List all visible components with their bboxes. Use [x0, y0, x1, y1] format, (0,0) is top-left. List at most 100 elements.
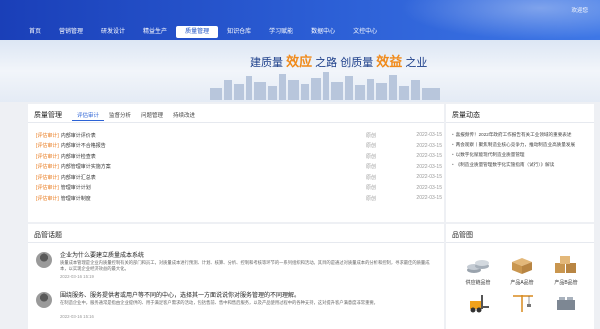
row-tag: [评估审计]	[36, 195, 59, 202]
product-label: 产品B品管	[554, 280, 578, 286]
nav-item-lean[interactable]: 精益生产	[134, 26, 176, 38]
news-title[interactable]: 两会观察丨聚焦制造业核心竞争力，推动制造业高质量发展	[456, 142, 575, 147]
nav-item-home[interactable]: 首页	[20, 26, 50, 38]
slogan-part-4: 之业	[405, 57, 428, 69]
nav-item-learning[interactable]: 学习赋能	[260, 26, 302, 38]
table-row[interactable]: [评估审计] 管理审计制度 原创 2022-03-15	[36, 193, 442, 204]
product-item-forklift[interactable]	[456, 292, 500, 317]
row-source: 原创	[366, 153, 377, 160]
list-item[interactable]: • 以数字化赋能现代制造业质量管理	[452, 150, 592, 160]
nav-item-knowledge[interactable]: 知识仓库	[218, 26, 260, 38]
forklift-image	[470, 295, 489, 313]
row-title[interactable]: 内部管理审计实施方案	[61, 163, 366, 170]
slogan-part-1: 建质量	[250, 57, 283, 69]
divider	[446, 122, 594, 123]
table-row[interactable]: [评估审计] 管理审计计划 原创 2022-03-15	[36, 183, 442, 194]
product-item-supply-chain[interactable]: 供应链品管	[456, 254, 500, 286]
row-title[interactable]: 内部审计检查表	[61, 153, 366, 160]
row-tag: [评估审计]	[36, 164, 59, 171]
bullet-icon: •	[452, 132, 454, 137]
row-tag: [评估审计]	[36, 185, 59, 192]
table-row[interactable]: [评估审计] 内部审计不合格报告 原创 2022-03-15	[36, 141, 442, 152]
product-item-crane[interactable]	[500, 292, 544, 317]
table-row[interactable]: [评估审计] 内部审计评价表 原创 2022-03-15	[36, 130, 442, 141]
nav-item-rnd[interactable]: 研发设计	[92, 26, 134, 38]
panel-title: 质量管理	[34, 112, 62, 119]
bullet-icon: •	[452, 162, 454, 167]
quality-management-panel: 质量管理 评估审计 监督分析 问题管理 持续改进 [评估审计] 内部审计评价表 原创…	[28, 104, 444, 222]
row-source: 原创	[366, 132, 377, 139]
row-date: 2022-03-15	[416, 153, 442, 160]
slogan-part-2: 之路	[315, 57, 338, 69]
list-item[interactable]: • 喜报频传！2022年政府工作报告有关工业领域的重要表述	[452, 130, 592, 140]
slogan-highlight-1: 效应	[286, 54, 313, 69]
tools-image	[557, 297, 575, 310]
row-source: 原创	[366, 195, 377, 202]
row-date: 2022-03-15	[416, 174, 442, 181]
topic-date: 2022-03-16 15:19	[60, 274, 94, 279]
divider	[446, 242, 594, 243]
banner-slogan: 建质量 效应 之路 创质量 效益 之业	[250, 51, 427, 70]
panel-title: 品管话题	[34, 232, 62, 239]
main-nav: 首页 营销管理 研发设计 精益生产 质量管理 知识仓库 学习赋能 数据中心 文控…	[0, 26, 600, 40]
panel-title: 品管图	[452, 232, 473, 239]
tab-audit[interactable]: 评估审计	[72, 110, 105, 121]
topic-body: 在制造企业中，服务通常是指由企业提供的、用于满足客户需求的活动，包括售前、售中和…	[60, 300, 378, 305]
row-source: 原创	[366, 185, 377, 192]
topic-date: 2022-03-16 15:16	[60, 314, 94, 319]
tab-issues[interactable]: 问题管理	[136, 110, 168, 121]
hero-banner: 建质量 效应 之路 创质量 效益 之业	[0, 40, 600, 102]
tab-improvement[interactable]: 持续改进	[168, 110, 200, 121]
product-grid: 供应链品管 产品A品管 产品B品管	[456, 254, 588, 317]
divider	[28, 122, 444, 123]
table-row[interactable]: [评估审计] 内部管理审计实施方案 原创 2022-03-15	[36, 162, 442, 173]
topic-title[interactable]: 围绕服务、服务提供者或用户等不同的中心，选择其一方面说说你对服务管理的不同理解。	[60, 290, 300, 299]
product-item-b[interactable]: 产品B品管	[544, 254, 588, 286]
divider	[28, 242, 444, 243]
product-label: 供应链品管	[465, 280, 491, 286]
quality-list: [评估审计] 内部审计评价表 原创 2022-03-15 [评估审计] 内部审计不合格报告…	[36, 130, 442, 204]
row-tag: [评估审计]	[36, 174, 59, 181]
coins-image	[467, 260, 489, 273]
top-header: 欢迎您 首页 营销管理 研发设计 精益生产 质量管理 知识仓库 学习赋能 数据中…	[0, 0, 600, 40]
topic-body: 质量成本管理是企业内质量控制有关的部门和员工，对质量成本进行预测、计划、核算、分…	[60, 260, 430, 271]
list-item[interactable]: • 两会观察丨聚焦制造业核心竞争力，推动制造业高质量发展	[452, 140, 592, 150]
tab-supervision[interactable]: 监督分析	[104, 110, 136, 121]
row-tag: [评估审计]	[36, 132, 59, 139]
quality-news-panel: 质量动态 • 喜报频传！2022年政府工作报告有关工业领域的重要表述 • 两会观察丨聚…	[446, 104, 594, 222]
table-row[interactable]: [评估审计] 内部审计检查表 原创 2022-03-15	[36, 151, 442, 162]
news-title[interactable]: 以数字化赋能现代制造业质量管理	[456, 152, 525, 157]
nav-item-data[interactable]: 数据中心	[302, 26, 344, 38]
row-title[interactable]: 内部审计评价表	[61, 132, 366, 139]
list-item[interactable]: • 《制造业质量管理数字化实施指南（试行）》解读	[452, 160, 592, 170]
news-list: • 喜报频传！2022年政府工作报告有关工业领域的重要表述 • 两会观察丨聚焦制造业核…	[452, 130, 592, 170]
nav-item-docs[interactable]: 文控中心	[344, 26, 386, 38]
news-title[interactable]: 《制造业质量管理数字化实施指南（试行）》解读	[456, 162, 555, 167]
row-date: 2022-03-15	[416, 142, 442, 149]
panel-title: 质量动态	[452, 112, 480, 119]
row-source: 原创	[366, 174, 377, 181]
row-title[interactable]: 管理审计制度	[61, 195, 366, 202]
topic-title[interactable]: 企业为什么要建立质量成本系统	[60, 250, 144, 259]
avatar	[36, 292, 52, 308]
quality-tabs: 评估审计 监督分析 问题管理 持续改进	[72, 110, 200, 121]
nav-item-marketing[interactable]: 营销管理	[50, 26, 92, 38]
avatar	[36, 252, 52, 268]
row-title[interactable]: 管理审计计划	[61, 184, 366, 191]
product-item-a[interactable]: 产品A品管	[500, 254, 544, 286]
nav-item-quality[interactable]: 质量管理	[176, 26, 219, 38]
product-item-tools[interactable]	[544, 292, 588, 317]
crane-image	[513, 295, 533, 312]
row-source: 原创	[366, 143, 377, 150]
news-title[interactable]: 喜报频传！2022年政府工作报告有关工业领域的重要表述	[456, 132, 572, 137]
row-title[interactable]: 内部审计不合格报告	[61, 142, 366, 149]
table-row[interactable]: [评估审计] 内部审计汇总表 原创 2022-03-15	[36, 172, 442, 183]
row-source: 原创	[366, 164, 377, 171]
row-tag: [评估审计]	[36, 143, 59, 150]
quality-topics-panel: 品管话题 企业为什么要建立质量成本系统 质量成本管理是企业内质量控制有关的部门和…	[28, 224, 444, 329]
bullet-icon: •	[452, 142, 454, 147]
row-date: 2022-03-15	[416, 132, 442, 139]
bullet-icon: •	[452, 152, 454, 157]
row-title[interactable]: 内部审计汇总表	[61, 174, 366, 181]
slogan-part-3: 创质量	[340, 57, 374, 69]
